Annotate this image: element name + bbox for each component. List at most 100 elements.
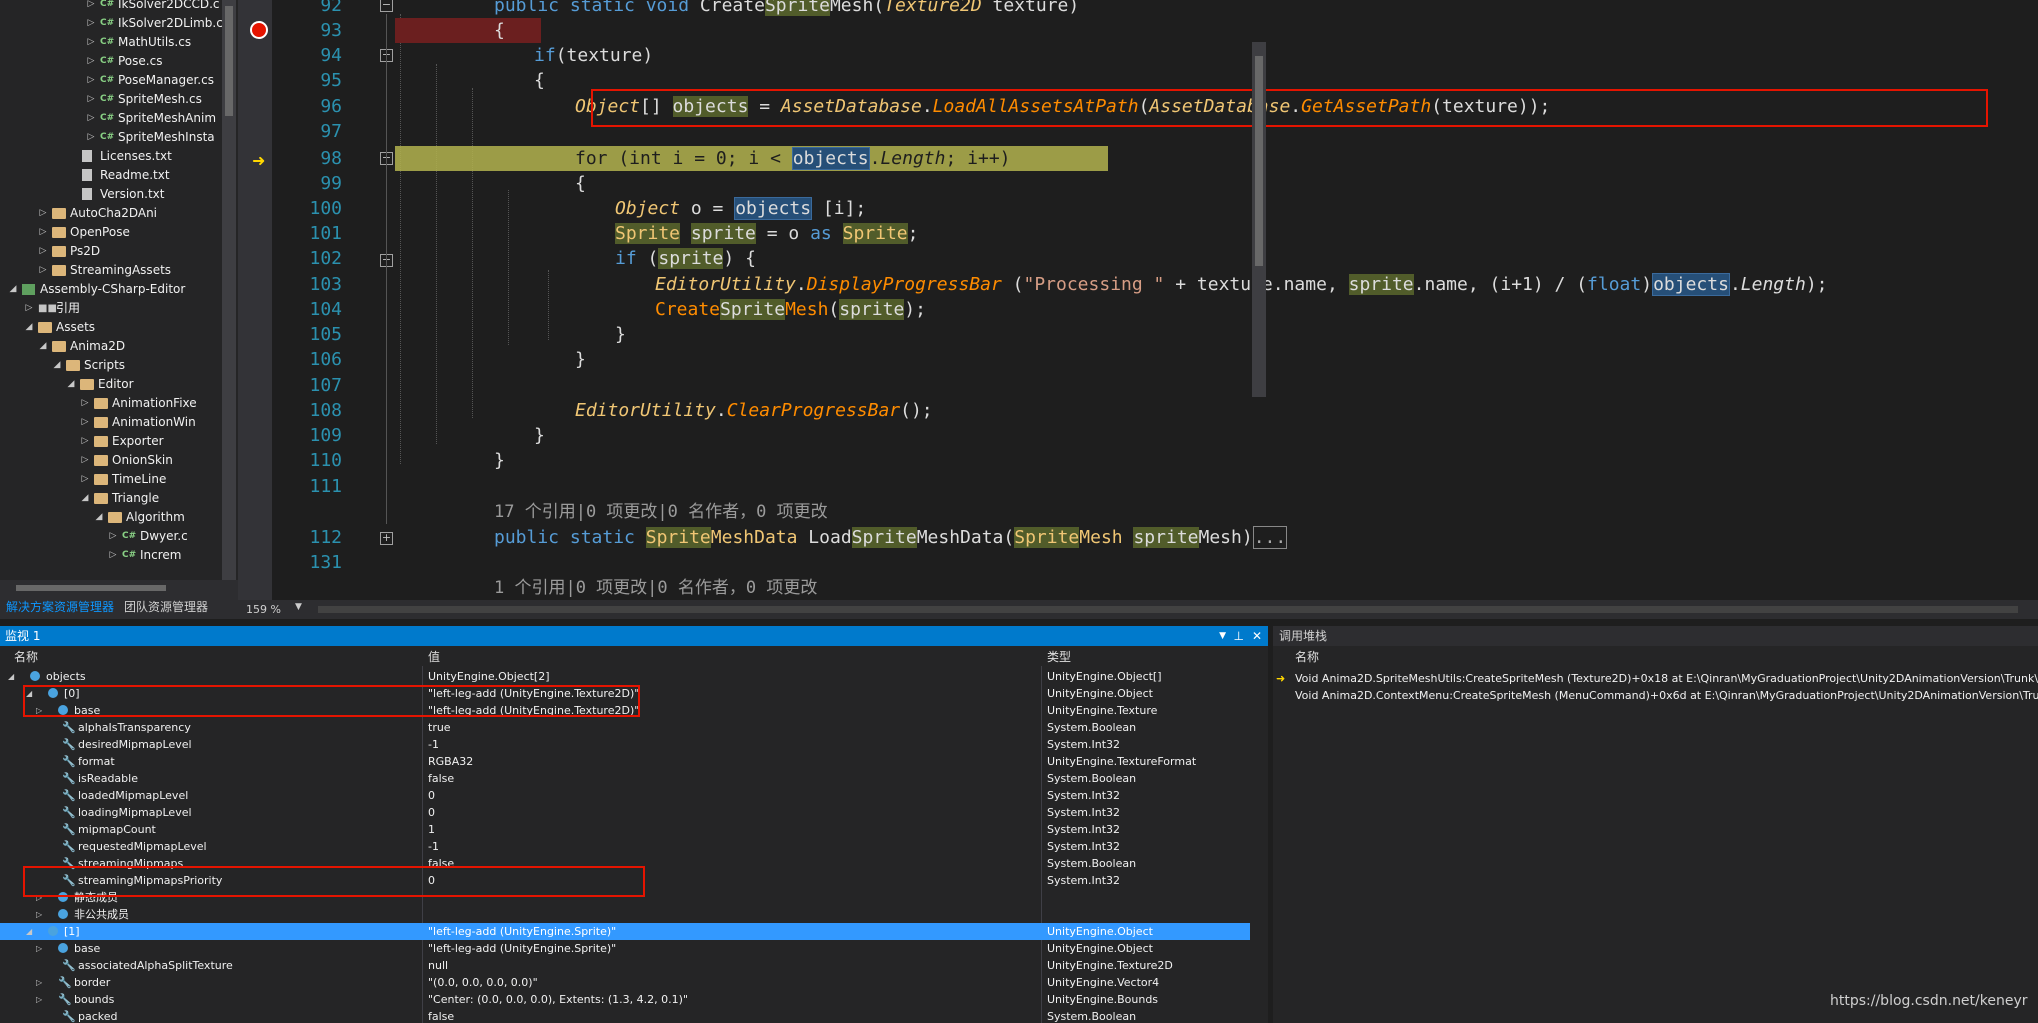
watch-value[interactable] [428, 906, 1028, 923]
watch-row[interactable]: ◢ objects UnityEngine.Object[2] UnityEngine… [0, 668, 1250, 685]
call-stack-frame[interactable]: Void Anima2D.ContextMenu:CreateSpriteMes… [1273, 687, 2038, 704]
watch-value[interactable]: true [428, 719, 1028, 736]
expand-arrow-icon[interactable]: ▷ [24, 299, 34, 318]
watch-name: mipmapCount [78, 823, 156, 836]
watch-value[interactable]: -1 [428, 736, 1028, 753]
watch-value[interactable]: "Center: (0.0, 0.0, 0.0), Extents: (1.3,… [428, 991, 1028, 1008]
expand-arrow-icon[interactable] [68, 147, 78, 166]
chevron-down-icon[interactable]: ▼ [1219, 626, 1226, 646]
expand-arrow-icon[interactable]: ▷ [86, 71, 96, 90]
expand-arrow-icon[interactable]: ▷ [108, 546, 118, 565]
watch-row[interactable]: ▷ 🔧 bounds "Center: (0.0, 0.0, 0.0), Extent… [0, 991, 1250, 1008]
editor-margin[interactable] [238, 0, 272, 600]
watch-row[interactable]: ▷ base "left-leg-add (UnityEngine.Sprite)"… [0, 940, 1250, 957]
indent-guide [436, 64, 437, 444]
watch-value[interactable]: -1 [428, 838, 1028, 855]
watch-value[interactable]: 1 [428, 821, 1028, 838]
expand-arrow-icon[interactable]: ▷ [36, 991, 42, 1008]
expand-arrow-icon[interactable]: ▷ [86, 0, 96, 14]
watch-row[interactable]: 🔧 loadingMipmapLevel 0 System.Int32 [0, 804, 1250, 821]
solution-explorer-scroll-thumb[interactable] [225, 6, 233, 116]
watch-row[interactable]: 🔧 packed false System.Boolean [0, 1008, 1250, 1023]
watch-value[interactable]: 0 [428, 787, 1028, 804]
collapse-arrow-icon[interactable]: ◢ [94, 508, 104, 527]
watch-row[interactable]: 🔧 associatedAlphaSplitTexture null UnityEng… [0, 957, 1250, 974]
code-editor[interactable]: 92 93 94 95 96 97 98 99 100 101 102 103 104 105 106 107… [272, 0, 2038, 600]
pin-icon[interactable]: ⊥ [1234, 626, 1244, 646]
watch-row[interactable]: 🔧 format RGBA32 UnityEngine.TextureFormat [0, 753, 1250, 770]
collapse-arrow-icon[interactable]: ◢ [52, 356, 62, 375]
tree-item-label: AutoCha2DAni [70, 206, 158, 220]
expand-arrow-icon[interactable]: ▷ [80, 413, 90, 432]
tab-team-explorer[interactable]: 团队资源管理器 [118, 595, 214, 619]
expand-arrow-icon[interactable]: ▷ [86, 33, 96, 52]
solution-explorer-hscroll-thumb[interactable] [16, 585, 166, 591]
watch-value[interactable]: false [428, 770, 1028, 787]
object-icon [58, 909, 68, 919]
column-header-name[interactable]: 名称 [14, 648, 38, 666]
watch-row[interactable]: 🔧 loadedMipmapLevel 0 System.Int32 [0, 787, 1250, 804]
expand-arrow-icon[interactable]: ▷ [80, 470, 90, 489]
tab-solution-explorer[interactable]: 解决方案资源管理器 [0, 595, 120, 619]
tree-item-label: OnionSkin [112, 453, 173, 467]
collapsed-block-indicator[interactable]: ... [1252, 526, 1288, 549]
watch-row[interactable]: ◢ [1] "left-leg-add (UnityEngine.Sprite)" U… [0, 923, 1250, 940]
breakpoint-icon[interactable] [250, 21, 268, 39]
codelens-references[interactable]: 17 个引用|0 项更改|0 名作者，0 项更改 [494, 500, 828, 525]
watch-row[interactable]: 🔧 mipmapCount 1 System.Int32 [0, 821, 1250, 838]
watch-row[interactable]: 🔧 alphaIsTransparency true System.Boolean [0, 719, 1250, 736]
expand-arrow-icon[interactable]: ▷ [36, 940, 42, 957]
expand-arrow-icon[interactable]: ▷ [108, 527, 118, 546]
call-stack-frame[interactable]: ➜ Void Anima2D.SpriteMeshUtils:CreateSpr… [1273, 670, 2038, 687]
watch-value[interactable]: RGBA32 [428, 753, 1028, 770]
expand-arrow-icon[interactable]: ▷ [80, 432, 90, 451]
watch-value[interactable]: "(0.0, 0.0, 0.0, 0.0)" [428, 974, 1028, 991]
expand-arrow-icon[interactable]: ▷ [38, 204, 48, 223]
watch-row[interactable]: 🔧 desiredMipmapLevel -1 System.Int32 [0, 736, 1250, 753]
collapse-icon[interactable]: − [380, 0, 393, 12]
watch-value[interactable]: false [428, 1008, 1028, 1023]
collapse-arrow-icon[interactable]: ◢ [8, 280, 18, 299]
close-icon[interactable]: ✕ [1252, 626, 1262, 646]
editor-horizontal-scrollbar[interactable] [318, 606, 2018, 613]
watch-row[interactable]: 🔧 requestedMipmapLevel -1 System.Int32 [0, 838, 1250, 855]
watch-value[interactable]: UnityEngine.Object[2] [428, 668, 1028, 685]
zoom-level[interactable]: 159 % [246, 600, 281, 619]
expand-arrow-icon[interactable]: ▷ [80, 394, 90, 413]
watch-row[interactable]: ▷ 🔧 border "(0.0, 0.0, 0.0, 0.0)" UnityEngin… [0, 974, 1250, 991]
column-header-type[interactable]: 类型 [1047, 648, 1071, 666]
expand-icon[interactable]: + [380, 532, 393, 545]
watch-row[interactable]: 🔧 isReadable false System.Boolean [0, 770, 1250, 787]
expand-arrow-icon[interactable]: ▷ [36, 974, 42, 991]
watch-scroll-thumb[interactable] [1255, 56, 1263, 266]
collapse-arrow-icon[interactable]: ◢ [26, 923, 32, 940]
codelens-references[interactable]: 1 个引用|0 项更改|0 名作者，0 项更改 [494, 576, 817, 600]
expand-arrow-icon[interactable]: ▷ [38, 242, 48, 261]
collapse-arrow-icon[interactable]: ◢ [80, 489, 90, 508]
collapse-arrow-icon[interactable]: ◢ [8, 668, 14, 685]
expand-arrow-icon[interactable]: ▷ [86, 52, 96, 71]
watch-value[interactable]: 0 [428, 804, 1028, 821]
chevron-down-icon[interactable]: ▼ [295, 602, 302, 612]
expand-arrow-icon[interactable]: ▷ [38, 261, 48, 280]
collapse-arrow-icon[interactable]: ◢ [38, 337, 48, 356]
expand-arrow-icon[interactable]: ▷ [86, 109, 96, 128]
expand-arrow-icon[interactable]: ▷ [86, 90, 96, 109]
collapse-arrow-icon[interactable]: ◢ [24, 318, 34, 337]
expand-arrow-icon[interactable]: ▷ [38, 223, 48, 242]
expand-arrow-icon[interactable]: ▷ [86, 14, 96, 33]
watch-value[interactable]: "left-leg-add (UnityEngine.Sprite)" [428, 923, 1028, 940]
expand-arrow-icon[interactable]: ▷ [80, 451, 90, 470]
watch-value[interactable]: "left-leg-add (UnityEngine.Sprite)" [428, 940, 1028, 957]
tree-item-label: IkSolver2DCCD.c [118, 0, 220, 11]
expand-arrow-icon[interactable]: ▷ [86, 128, 96, 147]
expand-arrow-icon[interactable]: ▷ [36, 906, 42, 923]
watch-row[interactable]: ▷ 非公共成员 [0, 906, 1250, 923]
column-header-value[interactable]: 值 [428, 648, 440, 666]
expand-arrow-icon[interactable] [68, 185, 78, 204]
code-line-95: { [534, 70, 545, 91]
watch-value[interactable]: null [428, 957, 1028, 974]
collapse-arrow-icon[interactable]: ◢ [66, 375, 76, 394]
column-header-name[interactable]: 名称 [1295, 648, 1319, 666]
expand-arrow-icon[interactable] [68, 166, 78, 185]
